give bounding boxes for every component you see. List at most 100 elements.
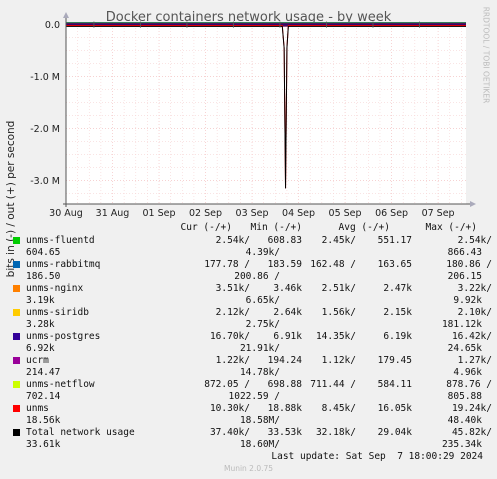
legend-max: 45.82k/ xyxy=(451,427,492,438)
legend-avg: 2.51k/ xyxy=(321,283,356,294)
legend-avg-in: 551.17 xyxy=(377,235,412,246)
legend-entry: ucrm 1.22k/194.24 1.12k/179.45 1.27k/ xyxy=(0,355,497,367)
legend-max-wrap: 805.88 xyxy=(447,391,482,402)
legend-name: ucrm xyxy=(26,355,49,366)
legend-entry: Total network usage 37.40k/33.53k 32.18k/2… xyxy=(0,427,497,439)
legend-avg: 162.48 / xyxy=(310,259,356,270)
legend-name: unms-fluentd xyxy=(26,235,95,246)
legend-cur-wrap: 186.50 xyxy=(26,271,61,282)
y-axis-arrow xyxy=(63,12,69,18)
legend-cur-wrap: 18.56k xyxy=(26,415,61,426)
legend-avg-in: 163.65 xyxy=(377,259,412,270)
legend-name: unms-nginx xyxy=(26,283,84,294)
x-tick-label: 03 Sep xyxy=(236,208,269,219)
legend-cur-wrap: 3.28k xyxy=(26,319,55,330)
x-tick-label: 31 Aug xyxy=(96,208,130,219)
legend-avg: 32.18k/ xyxy=(315,427,356,438)
legend-min: 3.46k xyxy=(273,283,302,294)
legend-cur-wrap: 3.19k xyxy=(26,295,55,306)
legend-min-wrap: 200.86 / xyxy=(234,271,280,282)
legend-min: 6.91k xyxy=(273,331,302,342)
legend-cur: 2.54k/ xyxy=(215,235,250,246)
legend-cur: 37.40k/ xyxy=(209,427,250,438)
plot-area xyxy=(66,22,466,204)
legend-entry-wrap: 3.19k 6.65k/9.92k xyxy=(0,295,497,307)
legend-max: 1.27k/ xyxy=(457,355,492,366)
legend-max: 16.42k/ xyxy=(451,331,492,342)
legend-cur-wrap: 6.92k xyxy=(26,343,55,354)
legend-name: unms-rabbitmq xyxy=(26,259,101,270)
legend-min-wrap: 14.78k/ xyxy=(239,367,280,378)
legend-avg-in: 29.04k xyxy=(377,427,412,438)
legend-max: 180.86 / xyxy=(446,259,492,270)
legend-swatch xyxy=(13,405,20,412)
x-tick-label: 30 Aug xyxy=(49,208,83,219)
legend-min-wrap: 21.91k/ xyxy=(239,343,280,354)
legend-entry: unms-nginx 3.51k/3.46k 2.51k/2.47k 3.22k/ xyxy=(0,283,497,295)
legend-entry: unms-postgres 16.70k/6.91k 14.35k/6.19k 16.… xyxy=(0,331,497,343)
legend-avg: 2.45k/ xyxy=(321,235,356,246)
legend-max-wrap: 24.65k xyxy=(447,343,482,354)
legend-max-wrap: 866.43 xyxy=(447,247,482,258)
legend-min: 18.88k xyxy=(267,403,302,414)
legend-avg-in: 2.15k xyxy=(383,307,412,318)
legend-cur: 10.30k/ xyxy=(209,403,250,414)
legend-entry: unms-netflow 872.05 / 698.88 711.44 / 584.11… xyxy=(0,379,497,391)
x-tick-label: 07 Sep xyxy=(422,208,455,219)
legend-min: 2.64k xyxy=(273,307,302,318)
legend-cur-wrap: 702.14 xyxy=(26,391,61,402)
legend-min: 194.24 xyxy=(267,355,302,366)
legend-max: 19.24k/ xyxy=(451,403,492,414)
legend-cur-wrap: 214.47 xyxy=(26,367,61,378)
legend-cur: 872.05 / xyxy=(204,379,250,390)
legend-cur: 1.22k/ xyxy=(215,355,250,366)
legend-min-wrap: 18.60M/ xyxy=(239,439,280,450)
legend-entry-wrap: 186.50 200.86 / 206.15 xyxy=(0,271,497,283)
legend-min-wrap: 6.65k/ xyxy=(245,295,280,306)
legend-max: 2.54k/ xyxy=(457,235,492,246)
legend-avg-in: 179.45 xyxy=(377,355,412,366)
legend-min-wrap: 4.39k/ xyxy=(245,247,280,258)
legend-swatch xyxy=(13,237,20,244)
y-tick-label: -3.0 M xyxy=(30,176,60,187)
legend-cur: 16.70k/ xyxy=(209,331,250,342)
legend-max-wrap: 48.40k xyxy=(447,415,482,426)
legend-max-wrap: 9.92k xyxy=(453,295,482,306)
last-update: Last update: Sat Sep 7 18:00:29 2024 xyxy=(271,451,483,462)
x-tick-label: 02 Sep xyxy=(189,208,222,219)
legend-entry: unms 10.30k/18.88k 8.45k/16.05k 19.24k/ xyxy=(0,403,497,415)
legend-name: unms-siridb xyxy=(26,307,89,318)
legend-swatch xyxy=(13,261,20,268)
legend-entry: unms-rabbitmq 177.78 / 183.59 162.48 / 163.6… xyxy=(0,259,497,271)
legend-cur-wrap: 604.65 xyxy=(26,247,61,258)
legend-name: unms xyxy=(26,403,49,414)
legend-max-wrap: 206.15 xyxy=(447,271,482,282)
legend-min: 608.83 xyxy=(267,235,302,246)
legend-name: unms-netflow xyxy=(26,379,95,390)
legend-entry-wrap: 604.65 4.39k/866.43 xyxy=(0,247,497,259)
legend-entry: unms-siridb 2.12k/2.64k 1.56k/2.15k 2.10k/ xyxy=(0,307,497,319)
legend-entry-wrap: 214.47 14.78k/4.96k xyxy=(0,367,497,379)
legend-min: 183.59 xyxy=(267,259,302,270)
legend-name: unms-postgres xyxy=(26,331,101,342)
legend-avg: 1.12k/ xyxy=(321,355,356,366)
legend-avg: 14.35k/ xyxy=(315,331,356,342)
legend-avg-in: 6.19k xyxy=(383,331,412,342)
legend-entry: unms-fluentd 2.54k/608.83 2.45k/551.17 2.54… xyxy=(0,235,497,247)
legend-header: Cur (-/+) Min (-/+) Avg (-/+) Max (-/+) xyxy=(0,222,497,234)
legend-avg-in: 16.05k xyxy=(377,403,412,414)
legend-max-wrap: 4.96k xyxy=(453,367,482,378)
legend-header-min: Min (-/+) xyxy=(250,222,302,233)
legend-cur: 177.78 / xyxy=(204,259,250,270)
legend-cur: 3.51k/ xyxy=(215,283,250,294)
y-tick-label: 0.0 xyxy=(45,20,60,31)
legend-header-avg: Avg (-/+) xyxy=(338,222,390,233)
legend-avg-in: 2.47k xyxy=(383,283,412,294)
munin-version: Munin 2.0.75 xyxy=(223,464,274,473)
legend-avg-in: 584.11 xyxy=(377,379,412,390)
legend-max: 3.22k/ xyxy=(457,283,492,294)
legend-cur-wrap: 33.61k xyxy=(26,439,61,450)
legend-swatch xyxy=(13,357,20,364)
legend-avg: 711.44 / xyxy=(310,379,356,390)
y-tick-label: -1.0 M xyxy=(30,72,60,83)
